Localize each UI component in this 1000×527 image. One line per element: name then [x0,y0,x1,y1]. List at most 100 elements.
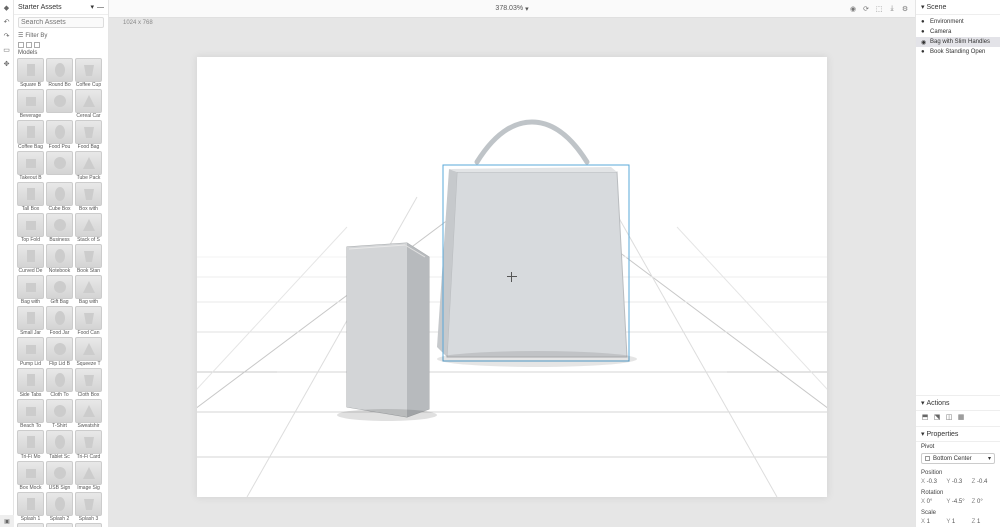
filter-label: Filter By [25,33,47,39]
scene-item[interactable]: ●Book Standing Open [916,47,1000,57]
asset-item[interactable]: Sphere [17,523,44,527]
asset-item[interactable]: Tube Pack [75,151,102,181]
asset-item[interactable]: Squeeze T [75,337,102,367]
asset-item[interactable]: Cereal Car [75,89,102,119]
asset-item[interactable]: Tri-Fi Card [75,430,102,460]
home-icon[interactable]: ◆ [3,4,11,12]
asset-item[interactable]: Square B [17,58,44,88]
asset-item[interactable]: Beverage [17,89,44,119]
action-icon-2[interactable]: ⬔ [933,413,941,421]
asset-item[interactable]: Round Bo [46,58,73,88]
asset-item[interactable]: Tablet Sc [46,430,73,460]
asset-item[interactable]: Hollow S [46,523,73,527]
detail-view-icon[interactable] [34,42,40,48]
asset-item[interactable]: Tall Box [17,182,44,212]
refresh-icon[interactable]: ⟳ [862,5,870,13]
scale-label: Scale [916,507,1000,519]
asset-item[interactable]: Pump Lid [17,337,44,367]
asset-item[interactable]: Small Jar [17,306,44,336]
action-icon-4[interactable]: ▦ [957,413,965,421]
asset-item[interactable]: USB Sign [46,461,73,491]
asset-item[interactable]: Box Mock [17,461,44,491]
asset-item[interactable]: Cloth Box [75,368,102,398]
asset-item[interactable]: Top Fold [17,213,44,243]
canvas[interactable] [197,57,827,497]
redo-icon[interactable]: ↷ [3,32,11,40]
asset-item[interactable]: Coffee Bag [17,120,44,150]
asset-item[interactable]: Splash 2 [46,492,73,522]
properties-title: Properties [927,431,959,438]
asset-item[interactable]: Cube Box [46,182,73,212]
status-icon[interactable]: ▣ [0,515,14,527]
chevron-down-icon[interactable]: ▾ [921,430,925,438]
book-object [337,243,437,421]
asset-item[interactable]: Business [46,213,73,243]
pointer-icon[interactable]: ▭ [3,46,11,54]
scene-item[interactable]: ●Camera [916,27,1000,37]
scene-list: ●Environment●Camera◉Bag with Slim Handle… [916,15,1000,59]
asset-item[interactable]: Tri-Fi Mo [17,430,44,460]
asset-item[interactable]: Gift Bag [46,275,73,305]
pivot-select[interactable]: Bottom Center▾ [921,453,995,464]
asset-item[interactable]: Side Tabs [17,368,44,398]
chevron-down-icon: ▾ [525,5,529,13]
render-icon[interactable]: ◉ [849,5,857,13]
minimize-icon[interactable]: — [97,4,104,11]
chevron-down-icon[interactable]: ▾ [921,3,925,11]
asset-item[interactable]: Food Can [75,306,102,336]
asset-item[interactable]: T-Shirt [46,399,73,429]
list-view-icon[interactable] [26,42,32,48]
filter-icon[interactable]: ☰ [18,32,23,39]
asset-item[interactable]: Coffee Cup [75,58,102,88]
models-label: Models [14,49,108,57]
settings-icon[interactable]: ⚙ [901,5,909,13]
asset-item[interactable] [46,151,73,181]
action-icon-1[interactable]: ⬒ [921,413,929,421]
hand-icon[interactable]: ✥ [3,60,11,68]
asset-item[interactable]: Book Stan [75,244,102,274]
position-label: Position [916,467,1000,479]
search-input[interactable] [18,17,104,28]
assets-panel: Starter Assets ▾ — ☰Filter By Models Squ… [14,0,109,527]
top-bar: 378.03%▾ ◉ ⟳ ⬚ ⤓ ⚙ [109,0,915,18]
asset-item[interactable]: Flip Lid B [46,337,73,367]
scene-item[interactable]: ◉Bag with Slim Handles [916,37,1000,47]
asset-item[interactable]: Curved De [17,244,44,274]
asset-item[interactable]: Cloth To [46,368,73,398]
zoom-control[interactable]: 378.03%▾ [495,5,528,13]
chevron-down-icon: ▾ [988,455,991,462]
asset-item[interactable]: Notebook [46,244,73,274]
asset-item[interactable]: Bag with [17,275,44,305]
asset-item[interactable]: Cube [75,523,102,527]
asset-item[interactable]: Beach To [17,399,44,429]
asset-item[interactable]: Sweatshir [75,399,102,429]
actions-title: Actions [927,400,950,407]
asset-item[interactable]: Box with [75,182,102,212]
asset-item[interactable]: Image Sig [75,461,102,491]
grid-view-icon[interactable] [18,42,24,48]
asset-item[interactable]: Takeout B [17,151,44,181]
viewport-area: 378.03%▾ ◉ ⟳ ⬚ ⤓ ⚙ 1024 x 768 [109,0,915,527]
asset-item[interactable]: Food Jar [46,306,73,336]
export-icon[interactable]: ⤓ [888,5,896,13]
chevron-down-icon[interactable]: ▾ [921,399,925,407]
assets-title: Starter Assets [18,4,87,11]
dropdown-icon[interactable]: ▾ [90,3,94,11]
pivot-label: Pivot [916,442,1000,452]
canvas-dimensions: 1024 x 768 [109,18,915,26]
center-crosshair [507,272,517,282]
asset-item[interactable] [46,89,73,119]
asset-item[interactable]: Splash 3 [75,492,102,522]
scene-item[interactable]: ●Environment [916,17,1000,27]
asset-item[interactable]: Food Pou [46,120,73,150]
asset-item[interactable]: Stack of S [75,213,102,243]
asset-item[interactable]: Bag with [75,275,102,305]
asset-item[interactable]: Splash 1 [17,492,44,522]
rotation-label: Rotation [916,487,1000,499]
asset-item[interactable]: Food Bag [75,120,102,150]
camera-icon[interactable]: ⬚ [875,5,883,13]
tool-strip: ◆ ↶ ↷ ▭ ✥ [0,0,14,527]
undo-icon[interactable]: ↶ [3,18,11,26]
action-icon-3[interactable]: ◫ [945,413,953,421]
assets-grid: Square BRound BoCoffee Cup Beverage Cereal… [14,57,108,527]
